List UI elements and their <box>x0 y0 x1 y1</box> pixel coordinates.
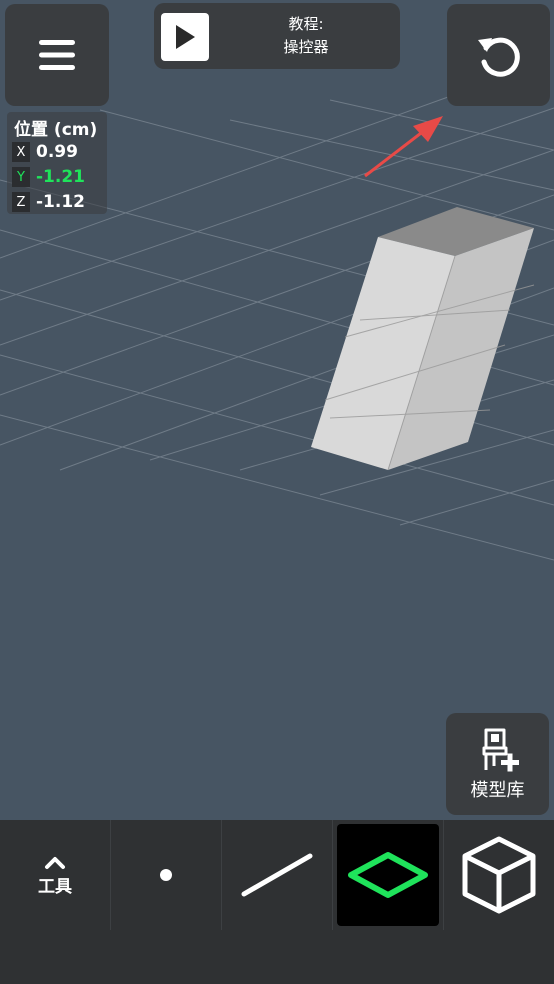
chevron-up-icon <box>45 856 65 869</box>
undo-button[interactable] <box>447 4 550 106</box>
tutorial-button[interactable]: 教程: 操控器 <box>154 3 400 69</box>
position-panel: 位置 (cm) X 0.99 Y -1.21 Z -1.12 <box>7 112 107 214</box>
chair-plus-icon <box>482 728 519 772</box>
position-x-row: X 0.99 <box>12 141 78 163</box>
play-icon <box>161 13 209 61</box>
position-title: 位置 (cm) <box>14 120 98 140</box>
z-axis-tag: Z <box>12 192 30 212</box>
hint-arrow <box>364 116 443 178</box>
menu-icon <box>39 40 75 70</box>
position-y-row: Y -1.21 <box>12 166 85 188</box>
position-z-row: Z -1.12 <box>12 191 85 213</box>
y-axis-tag: Y <box>12 167 30 187</box>
cube-icon <box>462 836 536 914</box>
model-library-button[interactable]: 模型库 <box>446 713 549 815</box>
x-axis-tag: X <box>12 142 30 162</box>
y-value: -1.21 <box>36 167 85 187</box>
menu-button[interactable] <box>5 4 109 106</box>
undo-icon <box>477 37 520 77</box>
tool-point-button[interactable] <box>111 820 222 930</box>
model-library-label: 模型库 <box>470 780 525 801</box>
tools-label: 工具 <box>38 876 72 897</box>
x-value: 0.99 <box>36 142 78 162</box>
tool-line-button[interactable] <box>222 820 333 930</box>
line-icon <box>241 853 313 897</box>
tutorial-prefix: 教程: <box>288 15 324 33</box>
tool-plane-button[interactable] <box>333 820 444 930</box>
bottom-toolbar: 工具 <box>0 820 554 930</box>
plane-icon <box>348 852 428 898</box>
tutorial-title: 操控器 <box>283 38 329 56</box>
tool-cube-button[interactable] <box>444 820 554 930</box>
z-value: -1.12 <box>36 192 85 212</box>
system-bottom-bar <box>0 930 554 984</box>
tools-button[interactable]: 工具 <box>0 820 111 930</box>
point-icon <box>160 869 172 881</box>
